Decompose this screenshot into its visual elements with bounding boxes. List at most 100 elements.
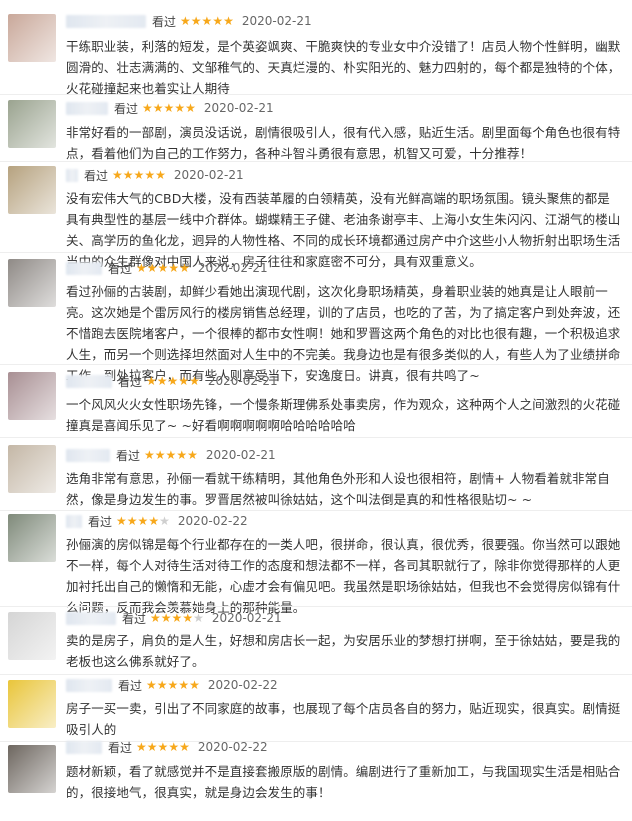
star-filled-icon: ★ <box>163 101 175 115</box>
star-filled-icon: ★ <box>171 611 183 625</box>
username-blurred[interactable] <box>66 374 112 388</box>
review-date: 2020-02-21 <box>203 101 274 115</box>
watched-label: 看过 <box>114 101 139 116</box>
divider <box>0 94 632 95</box>
rating-stars: ★★★★★ <box>146 678 200 692</box>
rating-stars: ★★★★★ <box>146 374 200 388</box>
review-text: 一个风风火火女性职场先锋，一个慢条斯理佛系处事卖房，作为观众，这种两个人之间激烈… <box>66 397 621 433</box>
avatar[interactable] <box>8 745 56 793</box>
username-blurred[interactable] <box>66 678 112 692</box>
star-filled-icon: ★ <box>144 448 155 462</box>
review-date: 2020-02-22 <box>207 678 278 692</box>
review-date: 2020-02-21 <box>205 448 276 462</box>
username-blurred[interactable] <box>66 168 78 182</box>
rating-stars: ★★★★★ <box>136 740 190 754</box>
star-filled-icon: ★ <box>126 514 138 528</box>
rating-stars: ★★★★★ <box>112 168 166 182</box>
username-blurred[interactable] <box>66 14 146 28</box>
star-filled-icon: ★ <box>146 374 157 388</box>
star-filled-icon: ★ <box>223 14 234 28</box>
review-text: 非常好看的一部剧，演员没话说，剧情很吸引人，很有代入感，贴近生活。剧里面每个角色… <box>66 125 621 161</box>
star-filled-icon: ★ <box>182 611 194 625</box>
star-filled-icon: ★ <box>146 740 158 754</box>
star-filled-icon: ★ <box>142 101 153 115</box>
star-filled-icon: ★ <box>174 101 186 115</box>
star-filled-icon: ★ <box>190 14 202 28</box>
star-filled-icon: ★ <box>144 168 156 182</box>
watched-label: 看过 <box>108 261 133 276</box>
divider <box>0 161 632 162</box>
review-text: 看过孙俪的古装剧，却鲜少看她出演现代剧，这次化身职场精英，身着职业装的她真是让人… <box>66 284 621 383</box>
username-blurred[interactable] <box>66 740 102 754</box>
star-filled-icon: ★ <box>178 374 190 388</box>
star-filled-icon: ★ <box>168 740 180 754</box>
watched-label: 看过 <box>108 740 133 755</box>
star-filled-icon: ★ <box>179 261 190 275</box>
star-filled-icon: ★ <box>160 611 172 625</box>
username-blurred[interactable] <box>66 448 110 462</box>
star-filled-icon: ★ <box>156 678 168 692</box>
review-meta: 看过 ★★★★★ 2020-02-21 <box>66 609 282 627</box>
star-filled-icon: ★ <box>180 14 191 28</box>
review-meta: 看过 ★★★★★ 2020-02-22 <box>66 676 278 694</box>
avatar[interactable] <box>8 259 56 307</box>
watched-label: 看过 <box>118 678 143 693</box>
star-filled-icon: ★ <box>167 678 179 692</box>
review-date: 2020-02-21 <box>197 261 268 275</box>
avatar[interactable] <box>8 612 56 660</box>
review-date: 2020-02-21 <box>173 168 244 182</box>
review-meta: 看过 ★★★★★ 2020-02-21 <box>66 259 268 277</box>
star-filled-icon: ★ <box>189 374 200 388</box>
review-meta: 看过 ★★★★★ 2020-02-21 <box>66 372 278 390</box>
star-filled-icon: ★ <box>167 374 179 388</box>
star-filled-icon: ★ <box>156 374 168 388</box>
watched-label: 看过 <box>122 611 147 626</box>
star-filled-icon: ★ <box>154 448 166 462</box>
username-blurred[interactable] <box>66 514 82 528</box>
username-blurred[interactable] <box>66 261 102 275</box>
review-text: 题材新颖，看了就感觉并不是直接套搬原版的剧情。编剧进行了重新加工，与我国现实生活… <box>66 764 621 800</box>
review-text: 房子一买一卖，引出了不同家庭的故事，也展现了每个店员各自的努力，贴近现实，很真实… <box>66 701 621 737</box>
star-filled-icon: ★ <box>116 514 127 528</box>
review-meta: 看过 ★★★★★ 2020-02-22 <box>66 738 268 756</box>
avatar[interactable] <box>8 514 56 562</box>
star-filled-icon: ★ <box>157 261 169 275</box>
avatar[interactable] <box>8 445 56 493</box>
star-filled-icon: ★ <box>137 514 149 528</box>
avatar[interactable] <box>8 14 56 62</box>
star-filled-icon: ★ <box>150 611 161 625</box>
watched-label: 看过 <box>84 168 109 183</box>
star-empty-icon: ★ <box>193 611 204 625</box>
star-filled-icon: ★ <box>178 678 190 692</box>
star-filled-icon: ★ <box>189 678 200 692</box>
review-meta: 看过 ★★★★★ 2020-02-21 <box>66 446 276 464</box>
avatar[interactable] <box>8 372 56 420</box>
rating-stars: ★★★★★ <box>142 101 196 115</box>
avatar[interactable] <box>8 166 56 214</box>
star-filled-icon: ★ <box>136 740 147 754</box>
rating-stars: ★★★★★ <box>150 611 204 625</box>
star-filled-icon: ★ <box>201 14 213 28</box>
review-meta: 看过 ★★★★★ 2020-02-21 <box>66 166 244 184</box>
star-filled-icon: ★ <box>146 261 158 275</box>
divider <box>0 252 632 253</box>
review-date: 2020-02-22 <box>177 514 248 528</box>
star-filled-icon: ★ <box>148 514 160 528</box>
star-filled-icon: ★ <box>146 678 157 692</box>
avatar[interactable] <box>8 100 56 148</box>
username-blurred[interactable] <box>66 611 116 625</box>
review-date: 2020-02-21 <box>211 611 282 625</box>
review-date: 2020-02-22 <box>197 740 268 754</box>
divider <box>0 510 632 511</box>
username-blurred[interactable] <box>66 101 108 115</box>
review-text: 干练职业装，利落的短发，是个英姿飒爽、干脆爽快的专业女中介没错了！店员人物个性鲜… <box>66 39 621 96</box>
avatar[interactable] <box>8 680 56 728</box>
divider <box>0 606 632 607</box>
star-empty-icon: ★ <box>159 514 170 528</box>
star-filled-icon: ★ <box>133 168 145 182</box>
star-filled-icon: ★ <box>187 448 198 462</box>
review-meta: 看过 ★★★★★ 2020-02-21 <box>66 99 274 117</box>
watched-label: 看过 <box>88 514 113 529</box>
review-meta: 看过 ★★★★★ 2020-02-21 <box>66 12 312 30</box>
star-filled-icon: ★ <box>165 448 177 462</box>
